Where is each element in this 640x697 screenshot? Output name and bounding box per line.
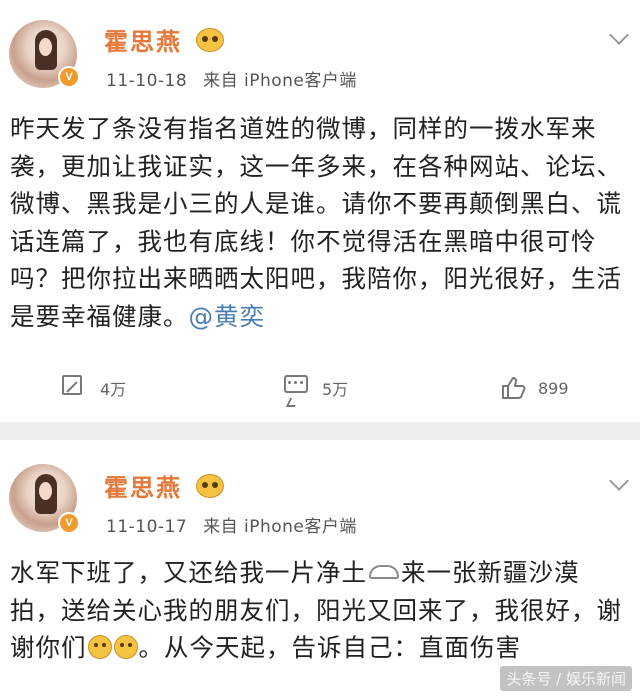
post-text-part3: 。从今天起，告诉自己：直面伤害 [138, 633, 521, 663]
comment-icon [284, 375, 308, 393]
weibo-post: V 霍思燕 11-10-17 来自 iPhone客户端 水军下班了，又还给我一片… [0, 440, 640, 697]
chevron-down-icon[interactable] [609, 25, 629, 45]
timestamp: 11-10-18 [106, 71, 188, 91]
verified-icon: V [58, 512, 80, 534]
weibo-post: V 霍思燕 11-10-18 来自 iPhone客户端 昨天发了条没有指名道姓的… [0, 0, 640, 422]
mention-link[interactable]: @黄奕 [189, 302, 266, 331]
comment-button[interactable]: 5万 [284, 368, 348, 408]
username[interactable]: 霍思燕 [104, 468, 182, 503]
post-content: 水军下班了，又还给我一片净土 来一张新疆沙漠拍，送给关心我的朋友们，阳光又回来了，… [10, 554, 630, 667]
post-meta: 11-10-18 来自 iPhone客户端 [106, 66, 357, 91]
emoji-badge-icon [196, 28, 224, 52]
username[interactable]: 霍思燕 [104, 22, 182, 57]
sad-face-icon [87, 635, 112, 660]
like-icon [500, 375, 526, 401]
comment-count: 5万 [322, 380, 349, 399]
cloud-icon [369, 565, 399, 579]
like-button[interactable]: 899 [500, 368, 569, 408]
repost-button[interactable]: 4万 [62, 368, 126, 408]
post-divider [0, 422, 640, 440]
post-content: 昨天发了条没有指名道姓的微博，同样的一拨水军来袭，更加让我证实，这一年多来，在各… [10, 110, 630, 336]
timestamp: 11-10-17 [106, 517, 188, 537]
action-bar: 4万 5万 899 [0, 368, 640, 408]
emoji-badge-icon [196, 474, 224, 498]
repost-count: 4万 [100, 380, 127, 399]
sad-face-icon [113, 635, 138, 660]
post-meta: 11-10-17 来自 iPhone客户端 [106, 512, 357, 537]
post-text: 昨天发了条没有指名道姓的微博，同样的一拨水军来袭，更加让我证实，这一年多来，在各… [10, 114, 622, 331]
repost-icon [62, 375, 82, 395]
like-count: 899 [538, 378, 569, 398]
source: 来自 iPhone客户端 [203, 517, 357, 537]
chevron-down-icon[interactable] [609, 471, 629, 491]
source: 来自 iPhone客户端 [203, 71, 357, 91]
verified-icon: V [58, 66, 80, 88]
watermark: 头条号 / 娱乐新闻 [500, 666, 632, 691]
post-text-part1: 水军下班了，又还给我一片净土 [10, 558, 367, 587]
